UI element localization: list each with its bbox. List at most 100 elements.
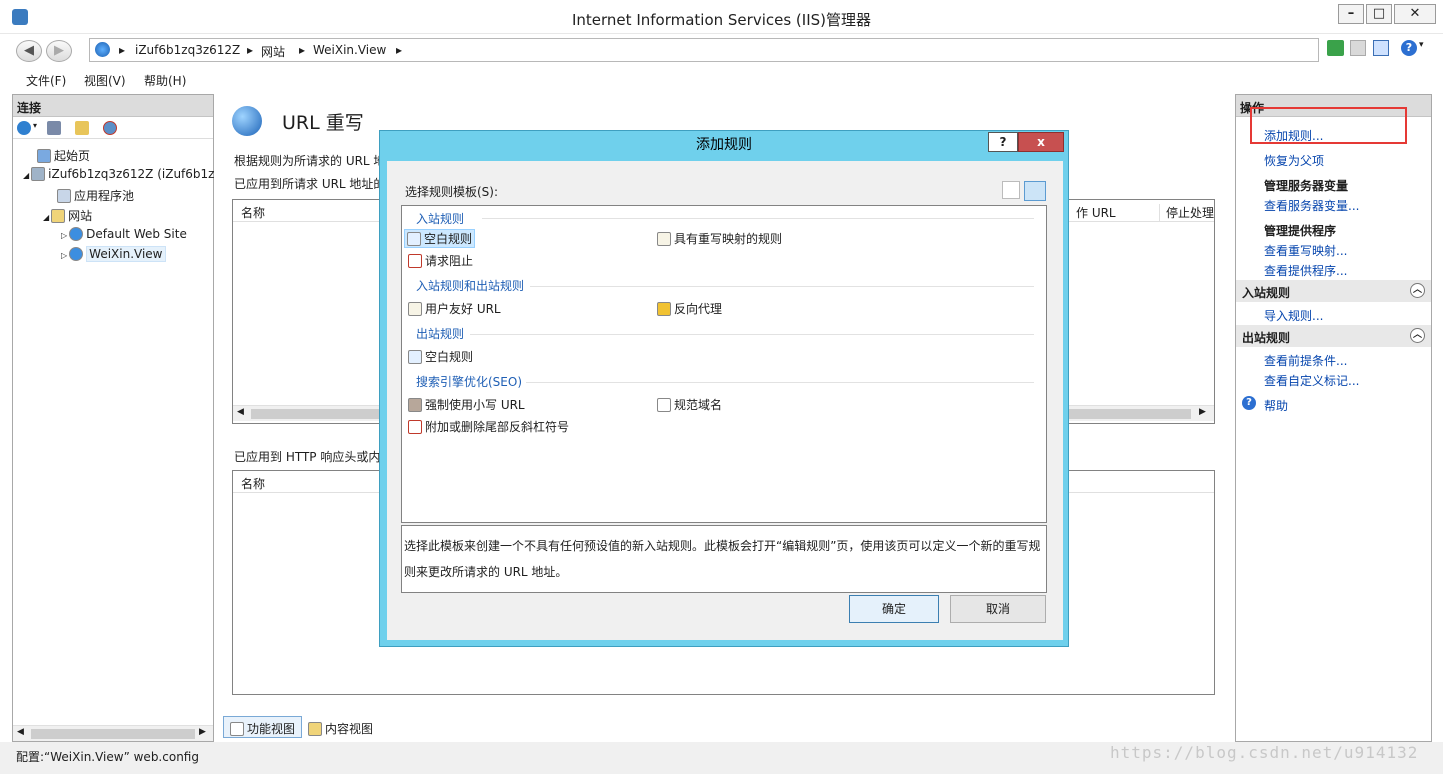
- help-link[interactable]: 帮助: [1264, 397, 1288, 414]
- template-blank-rule[interactable]: 空白规则: [404, 229, 476, 248]
- breadcrumb-server[interactable]: iZuf6b1zq3z612Z: [135, 43, 240, 57]
- template-rewrite-map-rule[interactable]: 具有重写映射的规则: [657, 230, 782, 247]
- col-name[interactable]: 名称: [241, 204, 265, 221]
- expand-toggle-icon[interactable]: ▷: [61, 251, 67, 260]
- breadcrumb[interactable]: ▸ iZuf6b1zq3z612Z ▸ 网站 ▸ WeiXin.View ▸: [89, 38, 1319, 62]
- tree-default-site[interactable]: ▷ Default Web Site: [61, 227, 187, 241]
- breadcrumb-sep: ▸: [247, 43, 254, 57]
- menu-view[interactable]: 视图(V): [84, 72, 126, 89]
- home-icon[interactable]: [1373, 40, 1389, 56]
- outbound-group-label: 出站规则: [1242, 331, 1291, 345]
- template-lowercase-url[interactable]: 强制使用小写 URL: [408, 396, 525, 413]
- view-rewrite-maps-link[interactable]: 查看重写映射...: [1264, 242, 1347, 259]
- expand-toggle-icon[interactable]: ◢: [43, 213, 49, 222]
- col-stop-processing[interactable]: 停止处理: [1159, 204, 1214, 221]
- tiles-view-icon[interactable]: [1024, 181, 1046, 201]
- server-icon: [31, 167, 46, 181]
- save-icon[interactable]: [47, 121, 61, 135]
- expand-toggle-icon[interactable]: ▷: [61, 231, 67, 240]
- collapse-icon[interactable]: ︿: [1410, 283, 1425, 298]
- dialog-close-button[interactable]: x: [1018, 132, 1064, 152]
- start-page-icon: [37, 149, 51, 163]
- close-window-button[interactable]: ✕: [1394, 4, 1436, 24]
- chevron-down-icon[interactable]: ▾: [33, 121, 37, 130]
- collapse-icon[interactable]: ︿: [1410, 328, 1425, 343]
- canonical-icon: [657, 398, 671, 412]
- view-server-vars-link[interactable]: 查看服务器变量...: [1264, 197, 1359, 214]
- template-request-block[interactable]: 请求阻止: [408, 252, 473, 269]
- minimize-button[interactable]: –: [1338, 4, 1364, 24]
- category-inbound: 入站规则: [416, 212, 465, 226]
- tree-start-page[interactable]: 起始页: [37, 147, 90, 164]
- scroll-left-icon[interactable]: ◀: [237, 407, 244, 417]
- breadcrumb-sep: ▸: [299, 43, 306, 57]
- breadcrumb-site[interactable]: WeiXin.View: [313, 43, 386, 57]
- connect-icon[interactable]: [17, 121, 31, 135]
- blank-rule-icon: [407, 232, 421, 246]
- col-name[interactable]: 名称: [241, 475, 265, 492]
- breadcrumb-sep: ▸: [396, 43, 403, 57]
- revert-to-parent-link[interactable]: 恢复为父项: [1264, 152, 1324, 169]
- col-rewrite-url[interactable]: 作 URL: [1076, 204, 1116, 221]
- tree-server[interactable]: ◢ iZuf6b1zq3z612Z (iZuf6b1z: [23, 167, 214, 181]
- breadcrumb-sites[interactable]: 网站: [261, 43, 285, 60]
- inbound-rules-label: 已应用到所请求 URL 地址的: [234, 177, 386, 191]
- scroll-left-icon[interactable]: ◀: [17, 727, 24, 737]
- maximize-button[interactable]: □: [1366, 4, 1392, 24]
- refresh-icon[interactable]: [1327, 40, 1344, 56]
- ok-button[interactable]: 确定: [849, 595, 939, 623]
- template-blank-rule-outbound[interactable]: 空白规则: [408, 348, 473, 365]
- tab-feature-view[interactable]: 功能视图: [223, 716, 303, 738]
- manage-providers-heading: 管理提供程序: [1264, 224, 1337, 238]
- folder-up-icon[interactable]: [75, 121, 89, 135]
- folder-icon: [51, 209, 66, 223]
- template-reverse-proxy[interactable]: 反向代理: [657, 300, 722, 317]
- tree-app-pools[interactable]: 应用程序池: [57, 187, 134, 204]
- details-view-icon[interactable]: [1002, 181, 1020, 199]
- back-button[interactable]: ◀: [16, 40, 42, 62]
- import-rules-link[interactable]: 导入规则...: [1264, 307, 1323, 324]
- help-icon[interactable]: ?: [1401, 40, 1417, 56]
- disconnect-icon[interactable]: [103, 121, 117, 135]
- category-outbound: 出站规则: [416, 327, 465, 341]
- template-trailing-slash[interactable]: 附加或删除尾部反斜杠符号: [408, 418, 569, 435]
- highlight-box: [1250, 107, 1407, 144]
- outbound-rules-group[interactable]: 出站规则 ︿: [1236, 325, 1431, 347]
- scroll-right-icon[interactable]: ▶: [1199, 407, 1206, 417]
- watermark: https://blog.csdn.net/u914132: [1110, 743, 1419, 762]
- menu-help[interactable]: 帮助(H): [144, 72, 186, 89]
- template-list[interactable]: 入站规则 空白规则 具有重写映射的规则 请求阻止 入站规则和出站规则 用户友好 …: [401, 205, 1047, 523]
- feature-description: 根据规则为所请求的 URL 地: [234, 154, 386, 168]
- view-custom-tags-link[interactable]: 查看自定义标记...: [1264, 372, 1359, 389]
- cancel-button[interactable]: 取消: [950, 595, 1046, 623]
- tree-weixin-site[interactable]: ▷ WeiXin.View: [61, 246, 166, 262]
- chevron-down-icon[interactable]: ▾: [1419, 40, 1424, 50]
- trailing-slash-icon: [408, 420, 422, 434]
- view-providers-link[interactable]: 查看提供程序...: [1264, 262, 1347, 279]
- tree-sites[interactable]: ◢ 网站: [43, 207, 92, 224]
- expand-toggle-icon[interactable]: ◢: [23, 171, 29, 180]
- inbound-rules-group[interactable]: 入站规则 ︿: [1236, 280, 1431, 302]
- stop-icon[interactable]: [1350, 40, 1366, 56]
- request-block-icon: [408, 254, 422, 268]
- blank-rule-icon: [408, 350, 422, 364]
- page-title: URL 重写: [282, 112, 364, 134]
- view-preconditions-link[interactable]: 查看前提条件...: [1264, 352, 1347, 369]
- breadcrumb-sep: ▸: [119, 43, 126, 57]
- help-icon: ?: [1242, 396, 1256, 410]
- tab-content-view[interactable]: 内容视图: [301, 716, 380, 738]
- globe-icon: [69, 227, 84, 241]
- menu-file[interactable]: 文件(F): [26, 72, 66, 89]
- dialog-body: 选择规则模板(S): 入站规则 空白规则 具有重写映射的规则 请求阻止 入站规则…: [387, 161, 1063, 640]
- scroll-thumb[interactable]: [31, 729, 195, 739]
- connections-toolbar: ▾: [13, 117, 213, 139]
- reverse-proxy-icon: [657, 302, 671, 316]
- horizontal-scrollbar[interactable]: ◀ ▶: [13, 725, 213, 741]
- scroll-right-icon[interactable]: ▶: [199, 727, 206, 737]
- template-friendly-url[interactable]: 用户友好 URL: [408, 300, 501, 317]
- category-divider: [530, 286, 1034, 287]
- forward-button[interactable]: ▶: [46, 40, 72, 62]
- template-canonical-domain[interactable]: 规范域名: [657, 396, 722, 413]
- dialog-help-button[interactable]: ?: [988, 132, 1018, 152]
- content-view-icon: [308, 722, 322, 736]
